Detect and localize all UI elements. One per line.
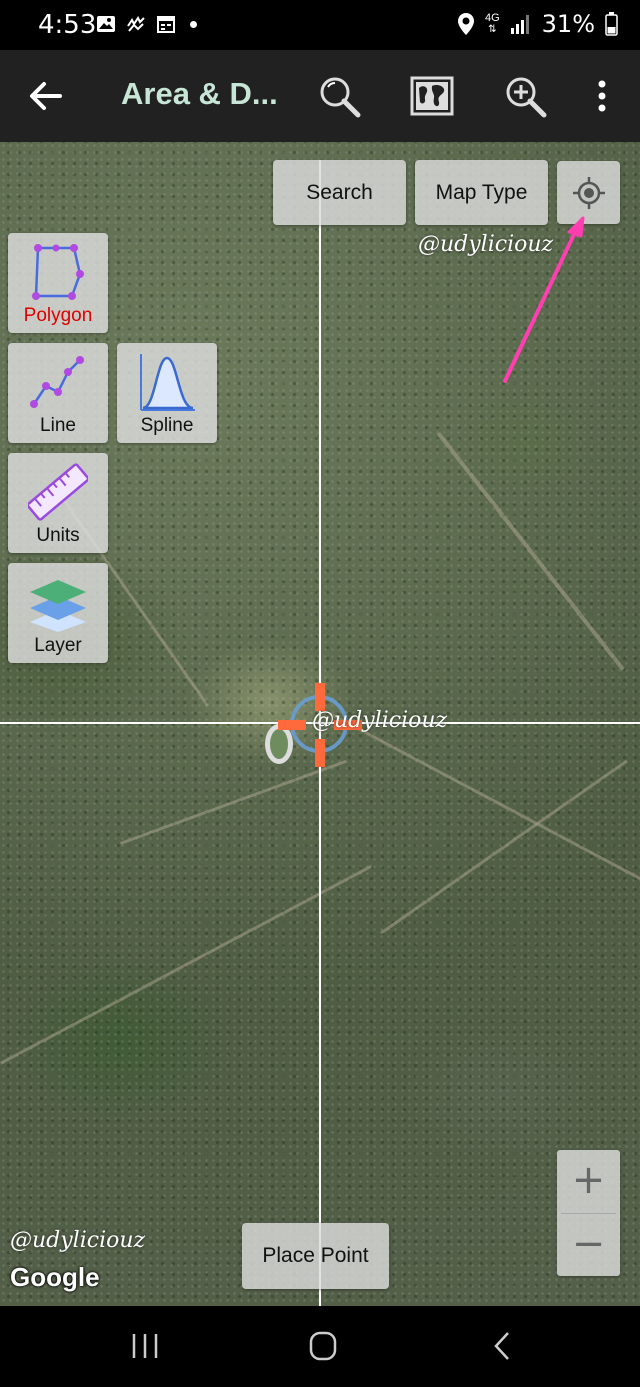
my-location-icon xyxy=(572,176,605,209)
more-notifications-dot xyxy=(190,20,197,28)
place-point-label: Place Point xyxy=(262,1244,369,1267)
status-bar: 4:53 4G ⇅ 31% xyxy=(0,0,640,50)
map-type-icon[interactable] xyxy=(408,72,456,120)
tool-polygon[interactable]: Polygon xyxy=(8,233,108,333)
spline-icon xyxy=(140,354,195,411)
location-icon xyxy=(457,13,474,35)
signal-icon xyxy=(510,15,529,34)
layers-icon xyxy=(30,580,86,632)
more-vert-icon[interactable] xyxy=(578,72,626,120)
tool-spline[interactable]: Spline xyxy=(117,343,217,443)
tool-layer-label: Layer xyxy=(34,635,82,656)
home-icon[interactable] xyxy=(303,1328,343,1364)
ruler-icon xyxy=(28,463,88,521)
calendar-icon xyxy=(157,16,175,33)
zoom-in-button[interactable]: + xyxy=(557,1150,620,1212)
place-point-button[interactable]: Place Point xyxy=(242,1223,389,1289)
battery-icon xyxy=(605,12,618,36)
tool-line[interactable]: Line xyxy=(8,343,108,443)
tool-units-label: Units xyxy=(36,525,80,546)
system-icons: 4G ⇅ 31% xyxy=(457,10,618,38)
watermark-bottom: @udyliciouz xyxy=(10,1228,146,1253)
zoom-controls: + − xyxy=(557,1150,620,1276)
zoom-in-icon[interactable] xyxy=(501,72,549,120)
polygon-icon xyxy=(32,244,84,300)
gallery-icon xyxy=(97,16,115,32)
app-title: Area & D... xyxy=(121,76,278,111)
battery-percent: 31% xyxy=(541,10,595,38)
network-type: 4G ⇅ xyxy=(484,12,500,36)
tool-line-label: Line xyxy=(40,415,76,436)
tool-spline-label: Spline xyxy=(140,415,194,436)
line-icon xyxy=(30,356,84,408)
search-button-label: Search xyxy=(306,180,373,204)
map-type-button-label: Map Type xyxy=(435,180,528,204)
back-arrow-icon[interactable] xyxy=(26,78,66,114)
recent-apps-icon[interactable] xyxy=(125,1328,165,1364)
tool-polygon-label: Polygon xyxy=(23,305,93,326)
zoom-out-button[interactable]: − xyxy=(557,1214,620,1276)
annotation-arrow xyxy=(503,216,585,383)
tool-units[interactable]: Units xyxy=(8,453,108,553)
search-button[interactable]: Search xyxy=(273,160,406,225)
app-bar: Area & D... xyxy=(0,50,640,142)
watermark-center: @udyliciouz xyxy=(312,708,448,733)
google-logo: Google xyxy=(10,1262,100,1292)
nav-back-icon[interactable] xyxy=(484,1328,524,1364)
status-time: 4:53 xyxy=(38,10,97,40)
satellite-map[interactable]: Search Map Type @udyliciouz Polygon Line… xyxy=(0,142,640,1306)
tool-layer[interactable]: Layer xyxy=(8,563,108,663)
notification-icons xyxy=(96,14,197,34)
navigation-bar xyxy=(0,1306,640,1387)
search-icon[interactable] xyxy=(315,72,363,120)
signal-wave-icon xyxy=(127,16,145,32)
network-label: 4G xyxy=(484,12,500,24)
